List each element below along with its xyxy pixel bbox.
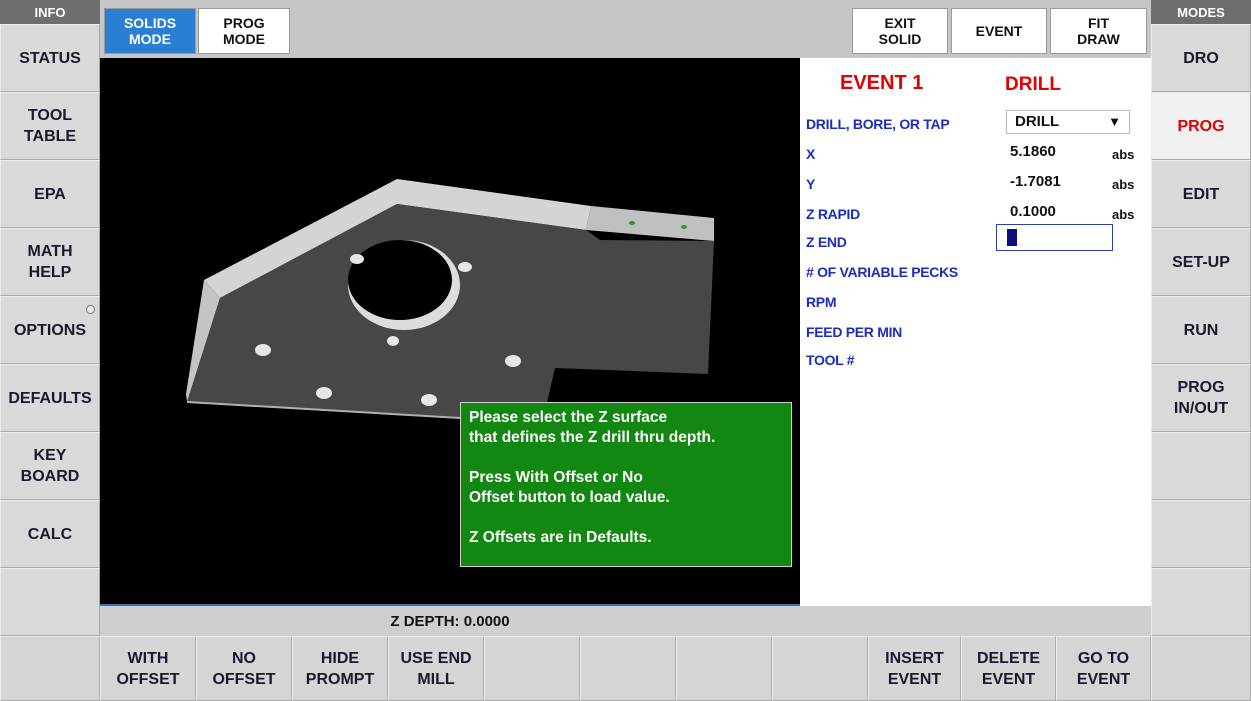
prompt-box: Please select the Z surface that defines… <box>460 402 792 567</box>
use-end-mill-button[interactable]: USE END MILL <box>388 636 484 701</box>
hole-2 <box>458 262 472 272</box>
prog-mode-button[interactable]: PROG MODE <box>198 8 290 54</box>
left-blank-button[interactable] <box>0 568 100 636</box>
field-label-z-end: Z END <box>806 234 847 250</box>
bottom-blank-left[interactable] <box>0 636 100 701</box>
with-offset-button[interactable]: WITH OFFSET <box>100 636 196 701</box>
epa-button[interactable]: EPA <box>0 160 100 228</box>
edit-button[interactable]: EDIT <box>1151 160 1251 228</box>
bottom-blank-2[interactable] <box>580 636 676 701</box>
right-blank-button-3[interactable] <box>1151 568 1251 636</box>
exit-solid-button[interactable]: EXIT SOLID <box>852 8 948 54</box>
drill-type-select[interactable]: DRILL ▼ <box>1006 110 1130 134</box>
math-help-button[interactable]: MATH HELP <box>0 228 100 296</box>
field-label-x: X <box>806 146 816 162</box>
hole-3 <box>387 336 399 346</box>
field-label-y: Y <box>806 176 816 192</box>
hole-6 <box>316 387 332 399</box>
right-blank-button-2[interactable] <box>1151 500 1251 568</box>
y-unit: abs <box>1112 177 1135 192</box>
prog-in-out-button[interactable]: PROG IN/OUT <box>1151 364 1251 432</box>
calc-button[interactable]: CALC <box>0 500 100 568</box>
fit-draw-button[interactable]: FIT DRAW <box>1050 8 1147 54</box>
y-value[interactable]: -1.7081 <box>1010 173 1061 190</box>
bottom-blank-right[interactable] <box>1151 636 1251 701</box>
status-button[interactable]: STATUS <box>0 24 100 92</box>
z-depth-readout: Z DEPTH: 0.0000 <box>390 612 510 630</box>
field-label-z-rapid: Z RAPID <box>806 206 860 222</box>
right-blank-button-1[interactable] <box>1151 432 1251 500</box>
z-rapid-unit: abs <box>1112 207 1135 222</box>
hole-7 <box>421 394 437 406</box>
options-button[interactable]: OPTIONS <box>0 296 100 364</box>
part-step-bevel <box>586 206 714 241</box>
z-end-input[interactable] <box>996 224 1113 251</box>
field-label-tool: TOOL # <box>806 352 855 368</box>
drill-type-value: DRILL <box>1015 113 1060 130</box>
keyboard-button[interactable]: KEY BOARD <box>0 432 100 500</box>
dro-button[interactable]: DRO <box>1151 24 1251 92</box>
set-up-button[interactable]: SET-UP <box>1151 228 1251 296</box>
tool-table-button[interactable]: TOOL TABLE <box>0 92 100 160</box>
field-label-feed: FEED PER MIN <box>806 324 902 340</box>
hide-prompt-button[interactable]: HIDE PROMPT <box>292 636 388 701</box>
event-type: DRILL <box>1005 74 1061 95</box>
delete-event-button[interactable]: DELETE EVENT <box>961 636 1056 701</box>
bottom-blank-3[interactable] <box>676 636 772 701</box>
defaults-button[interactable]: DEFAULTS <box>0 364 100 432</box>
hole-4 <box>255 344 271 356</box>
event-panel: EVENT 1 DRILL DRILL, BORE, OR TAP DRILL … <box>800 58 1151 606</box>
bottom-blank-1[interactable] <box>484 636 580 701</box>
field-label-pecks: # OF VARIABLE PECKS <box>806 264 958 280</box>
x-unit: abs <box>1112 147 1135 162</box>
event-button[interactable]: EVENT <box>951 8 1047 54</box>
selected-point-1 <box>629 221 635 225</box>
chevron-down-icon: ▼ <box>1108 114 1121 129</box>
modes-header: MODES <box>1151 0 1251 24</box>
hole-5 <box>505 355 521 367</box>
solids-mode-button[interactable]: SOLIDS MODE <box>104 8 196 54</box>
selected-point-2 <box>681 225 687 229</box>
prog-button[interactable]: PROG <box>1151 92 1251 160</box>
info-header: INFO <box>0 0 100 24</box>
options-label: OPTIONS <box>13 321 86 339</box>
options-indicator-icon <box>86 305 95 314</box>
field-label-rpm: RPM <box>806 294 837 310</box>
text-cursor <box>1007 229 1017 246</box>
insert-event-button[interactable]: INSERT EVENT <box>868 636 961 701</box>
hole-1 <box>350 254 364 264</box>
go-to-event-button[interactable]: GO TO EVENT <box>1056 636 1151 701</box>
z-rapid-value[interactable]: 0.1000 <box>1010 203 1056 220</box>
run-button[interactable]: RUN <box>1151 296 1251 364</box>
part-top-face <box>187 204 714 418</box>
event-title: EVENT 1 <box>840 72 924 94</box>
field-label-drill-type: DRILL, BORE, OR TAP <box>806 116 950 132</box>
x-value[interactable]: 5.1860 <box>1010 143 1056 160</box>
bottom-blank-4[interactable] <box>772 636 868 701</box>
no-offset-button[interactable]: NO OFFSET <box>196 636 292 701</box>
